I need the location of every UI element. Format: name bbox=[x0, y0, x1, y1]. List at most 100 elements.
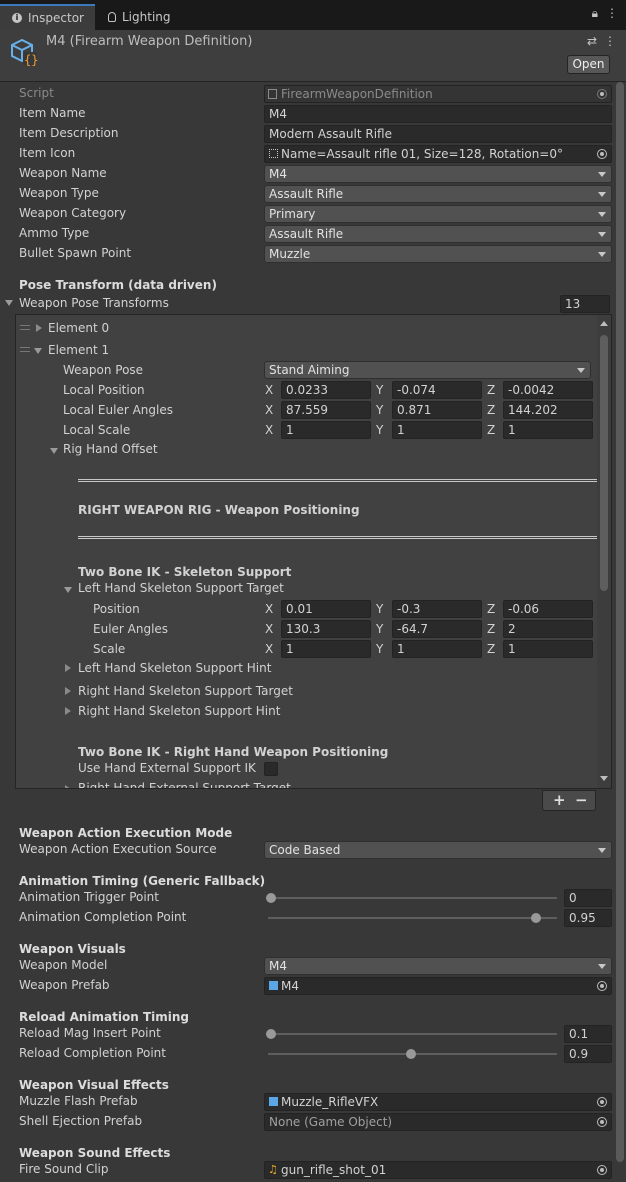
foldout-toggle[interactable] bbox=[65, 707, 71, 715]
axis-label: Z bbox=[487, 383, 496, 397]
reload-insert-slider[interactable] bbox=[266, 1029, 557, 1039]
weapon-type-dropdown[interactable]: Assault Rifle bbox=[264, 185, 612, 203]
anim-completion-slider[interactable] bbox=[268, 913, 557, 923]
scroll-up-icon[interactable] bbox=[600, 321, 608, 326]
scale-x[interactable]: 1 bbox=[281, 640, 371, 658]
slider-knob[interactable] bbox=[266, 893, 276, 903]
scale-z[interactable]: 1 bbox=[503, 640, 593, 658]
object-picker-icon[interactable] bbox=[597, 149, 607, 159]
left-target-label[interactable]: Left Hand Skeleton Support Target bbox=[78, 581, 284, 595]
reload-completion-input[interactable]: 0.9 bbox=[564, 1045, 612, 1063]
preset-icon[interactable]: ⇄ bbox=[587, 34, 597, 48]
open-button[interactable]: Open bbox=[567, 55, 610, 74]
scroll-thumb[interactable] bbox=[616, 82, 624, 1162]
bullet-spawn-dropdown[interactable]: Muzzle bbox=[264, 245, 612, 263]
rig-hand-offset-label[interactable]: Rig Hand Offset bbox=[63, 442, 158, 456]
anim-trigger-slider[interactable] bbox=[266, 893, 557, 903]
item-icon-field[interactable]: Name=Assault rifle 01, Size=128, Rotatio… bbox=[264, 145, 612, 163]
weapon-type-row: Weapon Type Assault Rifle bbox=[0, 184, 614, 204]
field-label: Ammo Type bbox=[19, 226, 90, 240]
local-euler-y[interactable]: 0.871 bbox=[392, 401, 482, 419]
scroll-down-icon[interactable] bbox=[600, 776, 608, 781]
foldout-toggle[interactable] bbox=[65, 664, 71, 672]
drag-handle-icon[interactable] bbox=[20, 325, 30, 330]
object-picker-icon[interactable] bbox=[597, 981, 607, 991]
use-external-checkbox[interactable] bbox=[264, 762, 278, 776]
item-description-input[interactable]: Modern Assault Rifle bbox=[264, 125, 612, 143]
field-label: Weapon Type bbox=[19, 186, 99, 200]
local-scale-x[interactable]: 1 bbox=[281, 421, 371, 439]
foldout-toggle[interactable] bbox=[64, 587, 72, 593]
more-icon[interactable]: ⋮ bbox=[606, 6, 618, 21]
field-label: Weapon Pose Transforms bbox=[19, 296, 169, 310]
drag-handle-icon[interactable] bbox=[20, 347, 30, 352]
euler-z[interactable]: 2 bbox=[503, 620, 593, 638]
list-scrollbar[interactable] bbox=[597, 315, 611, 788]
array-size-input[interactable]: 13 bbox=[560, 295, 610, 313]
left-hint-label[interactable]: Left Hand Skeleton Support Hint bbox=[78, 661, 271, 675]
add-element-button[interactable]: + bbox=[553, 791, 566, 809]
scroll-thumb[interactable] bbox=[600, 335, 608, 591]
item-name-row: Item Name M4 bbox=[0, 104, 614, 124]
local-scale-z[interactable]: 1 bbox=[503, 421, 593, 439]
fire-sound-field[interactable]: ♫ gun_rifle_shot_01 bbox=[264, 1161, 612, 1179]
weapon-prefab-field[interactable]: M4 bbox=[264, 977, 612, 995]
field-label: Weapon Model bbox=[19, 958, 108, 972]
euler-x[interactable]: 130.3 bbox=[281, 620, 371, 638]
right-hint-label[interactable]: Right Hand Skeleton Support Hint bbox=[78, 704, 280, 718]
weapon-pose-dropdown[interactable]: Stand Aiming bbox=[264, 361, 591, 379]
action-source-dropdown[interactable]: Code Based bbox=[264, 841, 612, 859]
euler-y[interactable]: -64.7 bbox=[392, 620, 482, 638]
foldout-toggle[interactable] bbox=[36, 324, 42, 332]
anim-trigger-input[interactable]: 0 bbox=[564, 889, 612, 907]
local-position-x[interactable]: 0.0233 bbox=[281, 381, 371, 399]
muzzle-flash-field[interactable]: Muzzle_RifleVFX bbox=[264, 1093, 612, 1111]
tab-inspector[interactable]: i Inspector bbox=[0, 4, 95, 30]
inspector-scrollbar[interactable] bbox=[614, 82, 626, 1182]
field-label: Local Position bbox=[63, 383, 145, 397]
tab-lighting[interactable]: Lighting bbox=[96, 4, 186, 30]
ammo-type-dropdown[interactable]: Assault Rifle bbox=[264, 225, 612, 243]
object-picker-icon[interactable] bbox=[597, 1117, 607, 1127]
shell-ejection-field[interactable]: None (Game Object) bbox=[264, 1113, 612, 1131]
slider-knob[interactable] bbox=[531, 913, 542, 923]
foldout-toggle[interactable] bbox=[65, 687, 71, 695]
slider-knob[interactable] bbox=[405, 1049, 416, 1059]
foldout-toggle[interactable] bbox=[34, 348, 42, 354]
foldout-toggle[interactable] bbox=[5, 300, 13, 306]
local-euler-z[interactable]: 144.202 bbox=[503, 401, 593, 419]
item-name-input[interactable]: M4 bbox=[264, 105, 612, 123]
object-picker-icon[interactable] bbox=[597, 1165, 607, 1175]
reload-insert-input[interactable]: 0.1 bbox=[564, 1025, 612, 1043]
local-position-z[interactable]: -0.0042 bbox=[503, 381, 593, 399]
anim-completion-input[interactable]: 0.95 bbox=[564, 909, 612, 927]
object-picker-icon[interactable] bbox=[597, 1097, 607, 1107]
list-item[interactable]: Element 0 bbox=[16, 319, 599, 337]
foldout-toggle[interactable] bbox=[50, 448, 58, 454]
position-x[interactable]: 0.01 bbox=[281, 600, 371, 618]
position-z[interactable]: -0.06 bbox=[503, 600, 593, 618]
tab-label: Inspector bbox=[28, 11, 84, 25]
right-target-label[interactable]: Right Hand Skeleton Support Target bbox=[78, 684, 293, 698]
weapon-name-dropdown[interactable]: M4 bbox=[264, 165, 612, 183]
right-external-label[interactable]: Right Hand External Support Target bbox=[78, 781, 291, 788]
lock-icon[interactable]: 🔒︎ bbox=[592, 6, 598, 21]
position-y[interactable]: -0.3 bbox=[392, 600, 482, 618]
list-item[interactable]: Element 1 bbox=[16, 341, 599, 359]
weapon-model-dropdown[interactable]: M4 bbox=[264, 957, 612, 975]
field-label: Muzzle Flash Prefab bbox=[19, 1094, 138, 1108]
reload-completion-slider[interactable] bbox=[268, 1049, 557, 1059]
slider-knob[interactable] bbox=[266, 1029, 276, 1039]
remove-element-button[interactable]: − bbox=[575, 791, 588, 809]
local-euler-x[interactable]: 87.559 bbox=[281, 401, 371, 419]
svg-text:{}: {} bbox=[24, 53, 38, 67]
more-icon[interactable]: ⋮ bbox=[604, 34, 616, 48]
field-label: Item Description bbox=[19, 126, 119, 140]
action-source-row: Weapon Action Execution Source Code Base… bbox=[0, 840, 614, 860]
axis-label: X bbox=[265, 383, 274, 397]
local-position-y[interactable]: -0.074 bbox=[392, 381, 482, 399]
foldout-toggle[interactable] bbox=[65, 785, 71, 788]
local-scale-y[interactable]: 1 bbox=[392, 421, 482, 439]
weapon-category-dropdown[interactable]: Primary bbox=[264, 205, 612, 223]
scale-y[interactable]: 1 bbox=[392, 640, 482, 658]
